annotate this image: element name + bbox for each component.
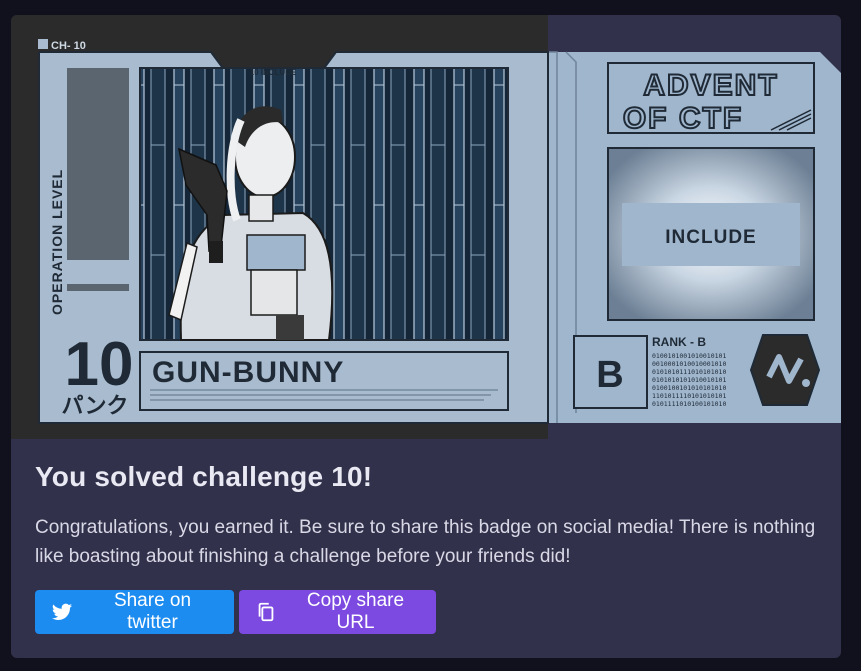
challenge-badge-image: CH- 10 10 INCLUDE OPERATION LEVEL 10 パンク… [11,15,841,439]
header-tag: 10 INCLUDE [250,68,297,77]
copy-share-url-label: Copy share URL [306,590,405,633]
chip-label: CH- 10 [51,40,86,52]
logo-line2: OF CTF [623,102,743,135]
rank-label: RANK - B [652,335,706,349]
level-kana: パンク [61,394,128,419]
binary-line: 0101111010100101010 [652,400,726,408]
page-title: You solved challenge 10! [35,461,373,492]
share-on-twitter-button[interactable]: Share on twitter [35,590,234,634]
binary-line: 0101010111010101010 [652,368,726,376]
logo-line1: ADVENT [643,69,778,102]
binary-line: 1101011110101010101 [652,392,726,400]
share-on-twitter-label: Share on twitter [113,590,192,633]
copy-icon [255,601,277,623]
twitter-icon [51,601,73,623]
binary-line: 0100101001010010101 [652,352,726,360]
binary-line: 0100100101010101010 [652,384,726,392]
challenge-card: CH- 10 10 INCLUDE OPERATION LEVEL 10 パンク… [11,15,841,658]
binary-line: 0010001010010001010 [652,360,726,368]
rank-letter: B [596,354,623,396]
binary-line: 0101010101010010101 [652,376,726,384]
character-name: GUN-BUNNY [152,356,344,389]
level-number: 10 [65,330,134,399]
category-label: INCLUDE [665,227,756,248]
hexagon-logo-icon [749,334,821,406]
operation-label: OPERATION LEVEL [49,169,65,315]
copy-share-url-button[interactable]: Copy share URL [239,590,436,634]
congratulations-message: Congratulations, you earned it. Be sure … [35,517,816,567]
